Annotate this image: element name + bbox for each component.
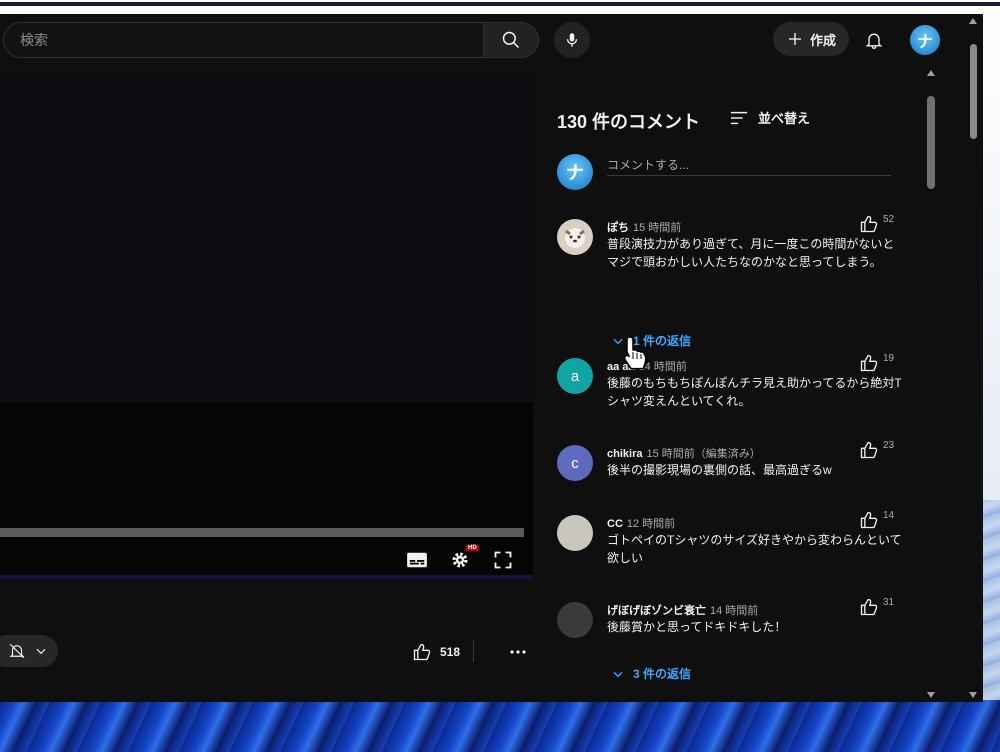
comment-like-count: 23 [883,440,895,451]
window-top-strip [0,0,1000,6]
video-frame-top [0,70,537,415]
browser-window: 作成 ナ HD 518 130 件のコメント 並べ替え ナ [0,14,983,702]
search-input[interactable] [4,23,483,57]
hand-cursor-icon [623,336,647,370]
like-count: 518 [440,645,461,659]
view-replies-button[interactable]: 3 件の返信 [611,665,691,682]
comment-like-button[interactable]: 19 [859,353,894,373]
gear-icon [452,552,468,568]
comment-like-count: 19 [883,353,895,364]
comment-author[interactable]: chikira [607,448,642,460]
chevron-down-icon [613,671,623,677]
comment-input[interactable] [607,155,891,175]
subscription-notification-button[interactable] [0,635,58,667]
sort-label: 並べ替え [758,111,811,126]
comment-text: 後藤のもちもちぽんぽんチラ見え助かってるから絶対Tシャツ変えんといてくれ。 [607,376,902,408]
comment-meta: CC 12 時間前 [607,515,675,531]
sort-comments-button[interactable]: 並べ替え [730,108,810,127]
notifications-button[interactable] [858,24,890,56]
comment-like-count: 14 [883,510,895,521]
commenter-avatar[interactable] [557,219,593,255]
search-box [3,22,483,58]
replies-label: 3 件の返信 [633,667,692,681]
comment-time[interactable]: 14 時間前 [710,605,758,617]
comment-time[interactable]: 15 時間前（編集済み） [646,448,760,460]
commenter-avatar[interactable] [557,515,593,551]
subtitles-icon [407,552,427,568]
comment-text: 後藤賞かと思ってドキドキした！ [607,620,787,634]
microphone-icon [566,33,578,47]
subtitles-button[interactable] [404,547,430,573]
commenter-avatar[interactable]: a [557,358,593,394]
comment-like-button[interactable]: 23 [859,440,894,460]
comment-author[interactable]: げぼげぼゾンビ衰亡 [607,605,706,617]
more-actions-button[interactable] [506,642,530,662]
comments-scroll-up-arrow[interactable] [927,70,935,76]
search-icon [502,31,520,49]
page-scroll-up-arrow[interactable] [969,18,977,24]
page-scroll-down-arrow[interactable] [969,692,977,698]
comment-author[interactable]: CC [607,518,623,530]
comment-author[interactable]: ぽち [607,222,629,234]
more-horizontal-icon [510,650,526,654]
chevron-down-icon [36,648,46,655]
thumbs-up-icon [860,441,878,459]
comment-like-count: 52 [883,214,895,225]
voice-search-button[interactable] [554,22,590,58]
my-avatar: ナ [557,154,593,190]
sort-icon [730,111,748,124]
plus-icon [788,33,801,45]
create-label: 作成 [809,32,836,48]
commenter-avatar[interactable]: c [557,445,593,481]
hd-badge: HD [466,545,479,551]
comment-meta: chikira 15 時間前（編集済み） [607,445,761,461]
comment-text: 後半の撮影現場の裏側の話、最高過ぎるw [607,463,832,477]
thumbs-up-icon [413,643,431,661]
comment-time[interactable]: 15 時間前 [633,222,681,234]
thumbs-up-icon [860,354,878,372]
like-button[interactable]: 518 [412,642,460,662]
desktop-wallpaper [0,700,1000,752]
comments-scroll-down-arrow[interactable] [927,692,935,698]
like-dislike-divider [473,640,474,662]
thumbs-up-icon [860,598,878,616]
comment-text: 普段演技力があり過ぎて、月に一度この時間がないとマジで頭おかしい人たちなのかなと… [607,237,895,269]
thumbs-up-icon [860,511,878,529]
comment-like-button[interactable]: 52 [859,214,894,234]
comment-time[interactable]: 12 時間前 [627,518,675,530]
dog-avatar-icon [565,228,585,248]
fullscreen-button[interactable] [490,547,516,573]
bell-off-icon [9,643,25,659]
video-bottom-edge [0,575,533,579]
commenter-avatar[interactable] [557,602,593,638]
fullscreen-icon [494,551,512,569]
page-scrollbar-thumb[interactable] [970,44,977,139]
comment-meta: ぽち 15 時間前 [607,219,681,235]
comment-meta: げぼげぼゾンビ衰亡 14 時間前 [607,602,758,618]
comment-like-count: 31 [883,597,895,608]
comment-input-wrapper [607,154,891,176]
comments-scrollbar-thumb[interactable] [927,96,935,189]
comment-text: ゴトペイのTシャツのサイズ好きやから変わらんといて欲しい [607,533,902,565]
video-progress-bar[interactable] [0,528,524,537]
bell-icon [865,33,883,49]
account-avatar[interactable]: ナ [910,25,940,55]
comment-like-button[interactable]: 31 [859,597,894,617]
thumbs-up-icon [860,215,878,233]
comment-like-button[interactable]: 14 [859,510,894,530]
create-button[interactable]: 作成 [773,22,849,56]
comments-count-heading: 130 件のコメント [557,112,701,132]
search-button[interactable] [483,22,539,58]
